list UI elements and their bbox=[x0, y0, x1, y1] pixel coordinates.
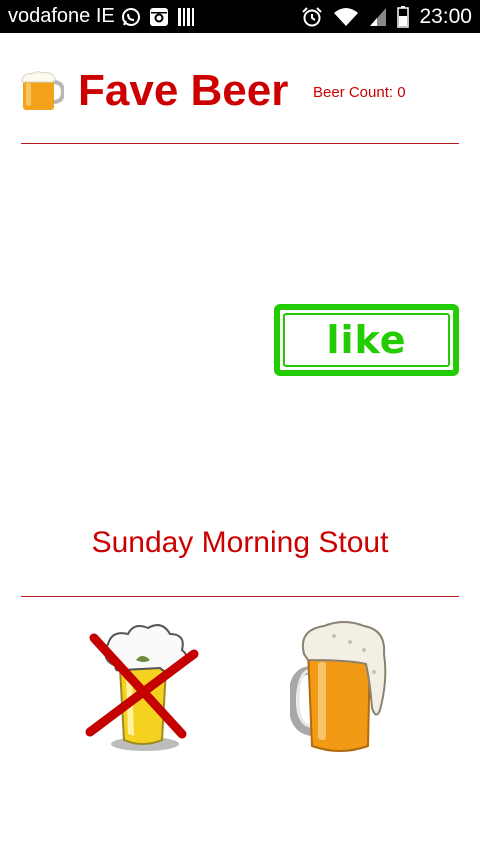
barcode-icon bbox=[177, 7, 195, 27]
battery-icon bbox=[397, 5, 410, 28]
status-icons: 23:00 bbox=[301, 5, 472, 29]
like-stamp-label: like bbox=[326, 318, 407, 362]
wifi-icon bbox=[333, 7, 359, 27]
beer-count: Beer Count: 0 bbox=[313, 84, 406, 101]
beer-mug-icon bbox=[287, 621, 390, 762]
footer-divider bbox=[21, 596, 459, 597]
whatsapp-icon bbox=[121, 7, 141, 27]
app-title: Fave Beer bbox=[78, 66, 289, 115]
alarm-icon bbox=[301, 6, 323, 28]
like-stamp[interactable]: like bbox=[274, 304, 459, 376]
carrier-name: vodafone IE bbox=[8, 5, 115, 27]
signal-icon bbox=[369, 7, 387, 27]
like-button[interactable] bbox=[287, 620, 390, 758]
beer-mug-icon bbox=[20, 70, 66, 112]
clock: 23:00 bbox=[419, 4, 472, 28]
dislike-button[interactable] bbox=[82, 620, 204, 756]
beer-name: Sunday Morning Stout bbox=[91, 526, 389, 559]
status-bar: vodafone IE 23:00 bbox=[0, 0, 480, 33]
instagram-icon bbox=[149, 7, 169, 27]
header-divider bbox=[21, 143, 459, 144]
crossed-beer-icon bbox=[82, 624, 204, 760]
app-header: Fave Beer Beer Count: 0 bbox=[20, 64, 460, 124]
